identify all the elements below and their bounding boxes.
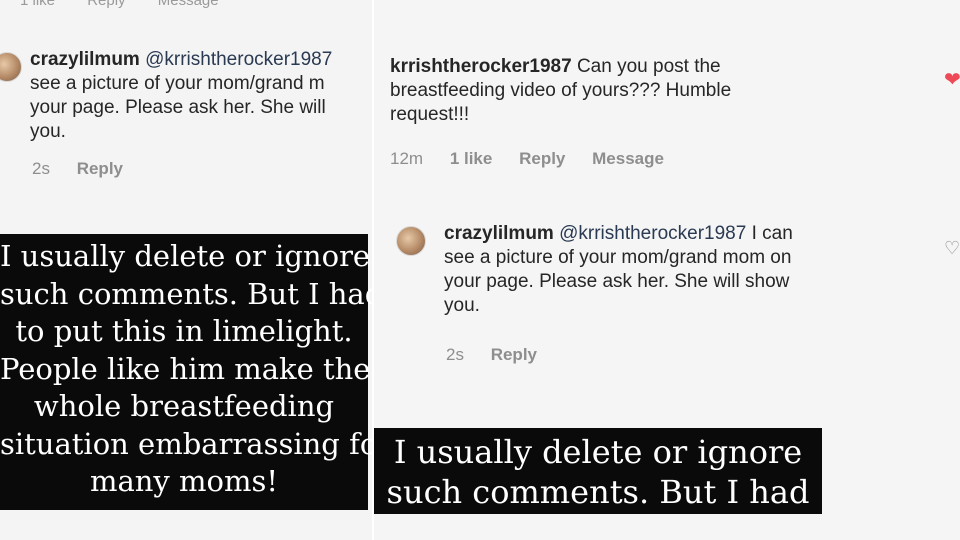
story-line: to put this in limelight. (15, 314, 353, 348)
heart-filled-icon[interactable]: ❤ (944, 70, 960, 90)
comment-mention[interactable]: @krrishtherocker1987 (559, 223, 746, 244)
comment-line: breastfeeding video of yours??? Humble (390, 80, 732, 101)
story-line: situation embarrassing for (0, 426, 372, 461)
story-line: such comments. But I had (386, 473, 810, 511)
comment-line: request!!! (390, 104, 470, 125)
top-comment-actions: 1 like Reply Message (20, 0, 247, 9)
comment-username[interactable]: crazylilmum (444, 223, 554, 244)
comment-line: see a picture of your mom/grand m (30, 73, 325, 94)
heart-outline-icon[interactable]: ♡ (944, 238, 960, 258)
left-screenshot-panel: 1 like Reply Message crazylilmum @krrish… (0, 0, 372, 540)
comment-crazylilmum: crazylilmum @krrishtherocker1987 see a p… (30, 48, 372, 144)
story-line: I usually delete or ignore (393, 433, 803, 471)
message-button[interactable]: Message (592, 149, 664, 168)
story-line: I usually delete or ignore (0, 239, 371, 273)
story-line: many moms! (89, 464, 279, 498)
comment-meta: 2s Reply (446, 345, 559, 365)
reply-button[interactable]: Reply (491, 345, 537, 364)
message-link[interactable]: Message (158, 0, 219, 9)
likes-count[interactable]: 1 like (450, 149, 493, 168)
comment-meta: 12m 1 like Reply Message (390, 149, 686, 169)
reply-link[interactable]: Reply (87, 0, 125, 9)
comment-line: you. (444, 295, 480, 316)
comment-text: Can you post the (576, 56, 721, 77)
story-line: such comments. But I had (0, 276, 372, 311)
avatar[interactable] (396, 226, 426, 256)
story-line: People like him make the (0, 351, 371, 386)
comment-crazylilmum: crazylilmum @krrishtherocker1987 I can s… (444, 222, 944, 318)
avatar[interactable] (0, 52, 22, 82)
comment-line: your page. Please ask her. She will (30, 97, 326, 118)
comment-username[interactable]: krrishtherocker1987 (390, 56, 572, 77)
comment-line: you. (30, 121, 66, 142)
comment-mention[interactable]: @krrishtherocker1987 (145, 49, 332, 70)
reply-button[interactable]: Reply (77, 159, 123, 178)
story-text-card: I usually delete or ignore such comments… (0, 234, 372, 510)
comment-timestamp: 2s (32, 159, 50, 178)
story-text-card: I usually delete or ignore such comments… (374, 428, 822, 514)
comment-krrishtherocker1987: krrishtherocker1987 Can you post the bre… (390, 55, 860, 127)
comment-line: your page. Please ask her. She will show (444, 271, 790, 292)
comment-text: I can (751, 223, 793, 244)
comment-username[interactable]: crazylilmum (30, 49, 140, 70)
comment-timestamp: 2s (446, 345, 464, 364)
comment-meta: 2s Reply (32, 159, 145, 179)
comment-line: see a picture of your mom/grand mom on (444, 247, 792, 268)
story-line: whole breastfeeding (33, 389, 335, 423)
comment-timestamp: 12m (390, 149, 424, 168)
reply-button[interactable]: Reply (519, 149, 565, 168)
likes-count[interactable]: 1 like (20, 0, 55, 9)
